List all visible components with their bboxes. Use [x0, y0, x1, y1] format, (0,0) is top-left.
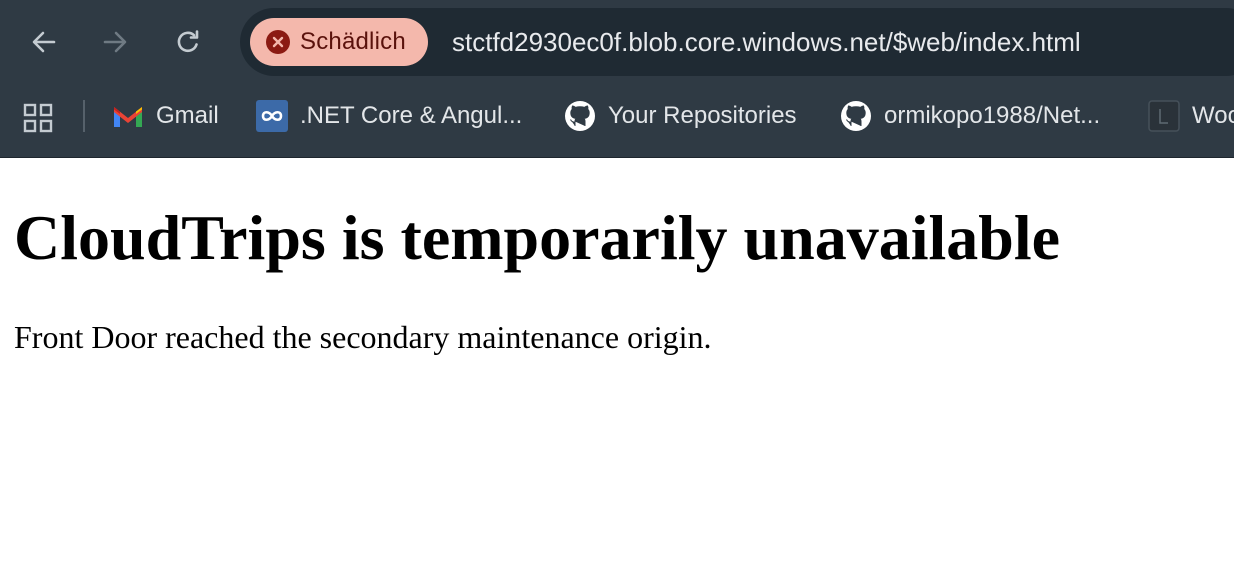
- bookmarks-bar: Gmail .NET Core & Angul... Your Reposito…: [0, 84, 1234, 156]
- bookmark-label: .NET Core & Angul...: [300, 102, 523, 129]
- bookmark-woo[interactable]: Woo: [1148, 98, 1234, 134]
- page-content: CloudTrips is temporarily unavailable Fr…: [0, 158, 1234, 580]
- page-body-text: Front Door reached the secondary mainten…: [14, 319, 712, 355]
- bookmark-label: ormikopo1988/Net...: [884, 102, 1101, 129]
- apps-button[interactable]: [22, 102, 54, 134]
- bookmark-label: Woo: [1192, 102, 1234, 129]
- github-icon: [564, 100, 596, 132]
- error-x-icon: [266, 30, 290, 54]
- url-text[interactable]: stctfd2930ec0f.blob.core.windows.net/$we…: [452, 8, 1081, 76]
- security-status-label: Schädlich: [300, 28, 406, 55]
- apps-grid-icon: [23, 103, 53, 133]
- bookmarks-separator: [83, 100, 85, 132]
- bookmark-gmail[interactable]: Gmail: [112, 98, 219, 134]
- bookmark-label: Gmail: [156, 102, 219, 129]
- github-icon: [840, 100, 872, 132]
- browser-chrome: Schädlich stctfd2930ec0f.blob.core.windo…: [0, 0, 1234, 158]
- back-button[interactable]: [24, 22, 64, 62]
- address-bar[interactable]: Schädlich stctfd2930ec0f.blob.core.windo…: [240, 8, 1234, 76]
- forward-button[interactable]: [95, 22, 135, 62]
- browser-toolbar: Schädlich stctfd2930ec0f.blob.core.windo…: [0, 0, 1234, 84]
- gmail-icon: [112, 100, 144, 132]
- security-status-chip[interactable]: Schädlich: [250, 18, 428, 66]
- reload-button[interactable]: [168, 22, 208, 62]
- bookmark-your-repositories[interactable]: Your Repositories: [564, 98, 797, 134]
- page-icon: [1148, 100, 1180, 132]
- arrow-right-icon: [103, 31, 127, 53]
- reload-icon: [177, 30, 199, 53]
- bookmark-label: Your Repositories: [608, 102, 797, 129]
- infinity-icon: [256, 100, 288, 132]
- page-heading: CloudTrips is temporarily unavailable: [14, 202, 1061, 273]
- bookmark-dotnet-angular[interactable]: .NET Core & Angul...: [256, 98, 522, 134]
- arrow-left-icon: [32, 31, 56, 53]
- bookmark-ormikopo1988[interactable]: ormikopo1988/Net...: [840, 98, 1100, 134]
